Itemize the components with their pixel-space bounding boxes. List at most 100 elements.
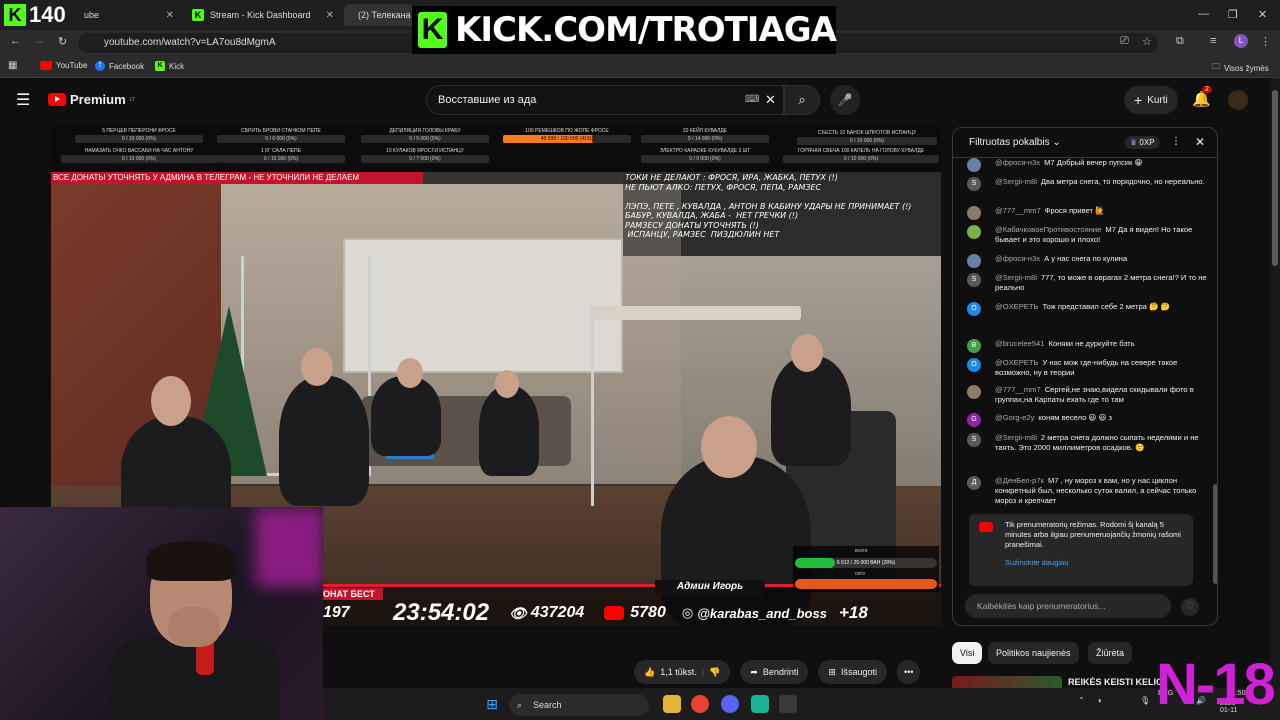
goal-title: 20 КЕЙЛ КУВАЛДЕ	[682, 128, 728, 134]
chevron-down-icon: ⌄	[1052, 137, 1061, 148]
goal-progress: 0 / 5 000 (0%)	[361, 135, 489, 143]
search-input[interactable]: Восставшие из ада	[426, 85, 784, 115]
stream-timer: 23:54:02	[393, 599, 490, 626]
chat-points[interactable]: ♛ 0XP	[1125, 136, 1160, 149]
create-button[interactable]: + Kurti	[1124, 86, 1178, 114]
person-head	[701, 416, 757, 478]
tab-kick-dashboard[interactable]: K Stream - Kick Dashboard ✕	[184, 4, 340, 26]
goal-title: 1 КГ САЛА ПЕПЕ	[261, 148, 301, 154]
hamburger-menu-icon[interactable]: ☰	[16, 90, 30, 110]
keyboard-icon[interactable]: ⌨	[745, 94, 759, 105]
page-scrollbar[interactable]	[1270, 78, 1280, 688]
goal-title: ДЕПИЛЯЦИЯ ГОЛОВЫ КРАБУ	[389, 128, 461, 134]
youtube-premium-logo[interactable]: Premium LT	[48, 92, 135, 107]
notification-badge: 2	[1202, 86, 1212, 93]
forward-icon[interactable]: →	[34, 35, 45, 47]
bookmark-facebook[interactable]: f Facebook	[95, 61, 144, 71]
apps-grid-icon[interactable]: ▦	[8, 60, 17, 71]
view-count: 437204	[530, 604, 585, 621]
taskbar-search-label: Search	[533, 700, 562, 710]
menu-dots-icon[interactable]: ⋮	[1260, 35, 1271, 48]
avatar	[967, 225, 981, 239]
discord-icon[interactable]	[721, 695, 739, 713]
share-button[interactable]: ➦ Bendrinti	[740, 660, 809, 684]
windows-taskbar: ⊞ ⌕ Search	[323, 688, 1280, 720]
mic-icon[interactable]: 🎙	[1140, 696, 1150, 705]
goal-item: 20 КЕЙЛ КУВАЛДЕ 0 / 14 000 (0%)	[641, 128, 769, 143]
like-button[interactable]: 👍 1,1 tūkst. | 👎	[634, 660, 731, 684]
donation-total-box: всего 6 912 / 25 000 ВАН (28%) сего	[793, 546, 939, 592]
app-icon[interactable]	[751, 695, 769, 713]
save-label: Išsaugoti	[840, 667, 877, 677]
goal-item: ДЕПИЛЯЦИЯ ГОЛОВЫ КРАБУ 0 / 5 000 (0%)	[361, 128, 489, 143]
message-text: Два метра снега, то порядочно, но нереал…	[1040, 177, 1205, 186]
author: @OXEPEТЬ	[995, 302, 1039, 311]
eye-icon: 👁	[509, 604, 527, 621]
youtube-icon	[979, 522, 993, 532]
taskbar-search[interactable]: ⌕ Search	[509, 694, 649, 716]
bookmark-label: YouTube	[56, 61, 88, 70]
chip-all[interactable]: Visi	[952, 642, 983, 664]
profile-avatar-icon[interactable]: L	[1234, 34, 1248, 48]
windows-start-icon[interactable]: ⊞	[483, 695, 501, 713]
account-avatar[interactable]	[1228, 90, 1248, 110]
thumbs-down-icon: 👎	[709, 666, 721, 677]
chevron-up-icon[interactable]: ⌃	[1078, 696, 1085, 705]
chip-watched[interactable]: Žiūrėta	[1088, 642, 1133, 664]
bookmark-youtube[interactable]: YouTube	[40, 61, 87, 70]
app-icon[interactable]	[779, 695, 797, 713]
save-button[interactable]: ⊞ Išsaugoti	[818, 660, 887, 684]
message-text: Тож представил себе 2 метра 🤔 🤔	[1042, 302, 1171, 311]
file-explorer-icon[interactable]	[663, 695, 681, 713]
chrome-icon[interactable]	[691, 695, 709, 713]
avatar: O	[967, 302, 981, 316]
close-icon[interactable]: ✕	[326, 10, 334, 21]
all-bookmarks[interactable]: 🗀 Visos žymės	[1212, 61, 1269, 75]
message-text: коням весело 😃 😃 з	[1038, 413, 1112, 422]
tab-telekanal[interactable]: (2) Телекана	[344, 4, 414, 26]
bookmark-kick[interactable]: K Kick	[155, 61, 184, 71]
extensions-icon[interactable]: ⧉	[1176, 35, 1184, 48]
reload-icon[interactable]: ↻	[58, 35, 67, 48]
search-button[interactable]: ⌕	[784, 85, 820, 115]
chat-mode-dropdown[interactable]: Filtruotas pokalbis ⌄	[969, 137, 1061, 148]
don-total-value: 6 912 / 25 000 ВАН (28%)	[836, 560, 896, 566]
person-head	[397, 358, 423, 388]
save-icon: ⊞	[828, 666, 836, 677]
recommendation-title[interactable]: REIKĖS KEISTI KELIO	[1068, 677, 1163, 687]
back-icon[interactable]: ←	[10, 35, 21, 47]
network-icon[interactable]: ◐	[1098, 696, 1103, 705]
menu-dots-icon[interactable]: ⋮	[1171, 136, 1181, 147]
author: @КабачковоеПротивостояние	[995, 225, 1102, 234]
youtube-count: 5780	[630, 604, 666, 621]
notifications-button[interactable]: 🔔 2	[1192, 86, 1212, 108]
learn-more-link[interactable]: Sužinokite daugiau	[1005, 558, 1185, 568]
maximize-icon[interactable]: ❐	[1228, 8, 1238, 21]
person	[479, 386, 539, 476]
chip-politics[interactable]: Politikos naujienės	[988, 642, 1079, 664]
search-icon: ⌕	[517, 700, 523, 710]
heart-icon[interactable]: ♡	[1181, 598, 1199, 616]
close-icon[interactable]: ✕	[1195, 135, 1205, 149]
chat-message: G @Gorg-e2y коням весело 😃 😃 з	[967, 413, 1207, 427]
more-button[interactable]: •••	[896, 660, 921, 684]
bookmarks-bar: ▦ YouTube f Facebook K Kick 🗀 Visos žymė…	[0, 56, 1280, 78]
stream-rules-overlay: ТОКИ НЕ ДЕЛАЮТ : ФРОСЯ, ИРА, ЖАБКА, ПЕТУ…	[623, 172, 941, 256]
voice-search-button[interactable]: 🎤	[830, 85, 860, 115]
bookmark-star-icon[interactable]: ☆	[1142, 35, 1152, 48]
minimize-icon[interactable]: —	[1198, 8, 1209, 20]
close-window-icon[interactable]: ✕	[1258, 8, 1267, 21]
goal-progress: 0 / 6 000 (0%)	[217, 135, 345, 143]
scrollbar-thumb[interactable]	[1272, 90, 1278, 266]
search-icon: ⌕	[798, 92, 806, 107]
chat-input[interactable]: Kalbėkitės kaip prenumeratorius...	[965, 594, 1171, 618]
close-icon[interactable]: ✕	[166, 10, 174, 21]
clear-search-icon[interactable]: ✕	[765, 92, 776, 108]
chat-scrollbar[interactable]	[1213, 484, 1217, 584]
count-left: 197	[323, 604, 350, 621]
goal-item: СЪЕСТЬ 10 БАНОК ШПРОТОВ ИСПАНЦУ 0 / 10 00…	[797, 130, 937, 145]
whiteboard	[343, 238, 623, 373]
cast-icon[interactable]: ⎚	[1120, 35, 1129, 48]
reading-list-icon[interactable]: ≡	[1210, 35, 1216, 47]
recommendation-thumbnail[interactable]	[952, 676, 1062, 688]
